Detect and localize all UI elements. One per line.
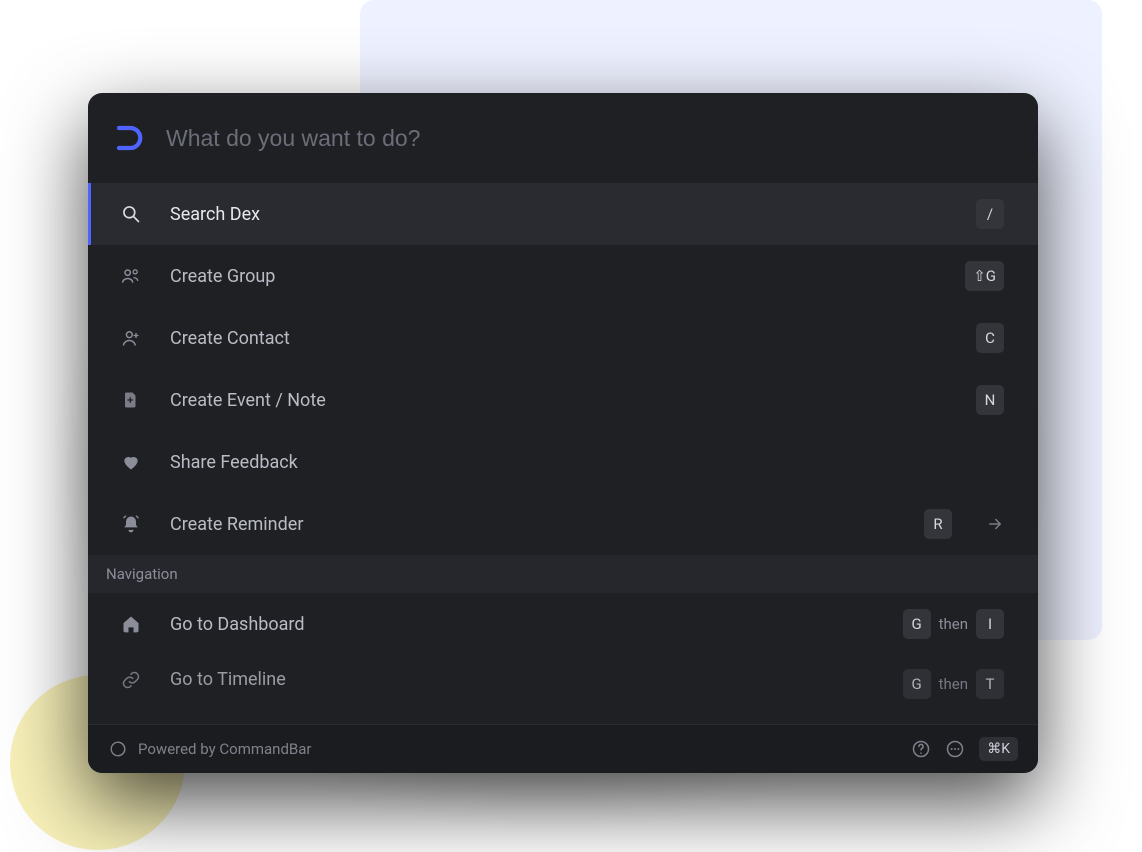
command-shortcut: R	[924, 509, 952, 539]
bell-icon	[120, 513, 142, 535]
kbd-key: G	[903, 609, 931, 639]
command-label: Create Reminder	[170, 514, 896, 535]
palette-header	[88, 93, 1038, 183]
kbd-key: /	[976, 199, 1004, 229]
search-input[interactable]	[166, 125, 1004, 152]
kbd-key: R	[924, 509, 952, 539]
command-palette: Search Dex / Create Group ⇧G Create Cont…	[88, 93, 1038, 773]
person-icon	[120, 327, 142, 349]
group-icon	[120, 265, 142, 287]
command-create-contact[interactable]: Create Contact C	[88, 307, 1038, 369]
help-icon[interactable]	[911, 739, 931, 759]
nav-go-to-timeline[interactable]: Go to Timeline G then T	[88, 655, 1038, 701]
command-list: Search Dex / Create Group ⇧G Create Cont…	[88, 183, 1038, 724]
section-navigation: Navigation	[88, 555, 1038, 593]
section-label: Navigation	[106, 565, 178, 583]
kbd-key: ⇧G	[965, 261, 1004, 291]
commandbar-logo-icon	[108, 739, 128, 759]
nav-shortcut: G then T	[903, 669, 1004, 699]
home-icon	[120, 613, 142, 635]
palette-footer: Powered by CommandBar ⌘K	[88, 724, 1038, 773]
command-shortcut: N	[976, 385, 1004, 415]
chat-icon[interactable]	[945, 739, 965, 759]
command-shortcut: ⇧G	[965, 261, 1004, 291]
kbd-key: T	[976, 669, 1004, 699]
command-search-dex[interactable]: Search Dex /	[88, 183, 1038, 245]
kbd-then: then	[939, 675, 968, 693]
nav-label: Go to Timeline	[170, 669, 875, 690]
search-icon	[120, 203, 142, 225]
app-logo-icon	[114, 123, 144, 153]
command-label: Search Dex	[170, 204, 948, 225]
command-share-feedback[interactable]: Share Feedback	[88, 431, 1038, 493]
command-shortcut: C	[976, 323, 1004, 353]
kbd-then: then	[939, 615, 968, 633]
kbd-key: C	[976, 323, 1004, 353]
command-label: Create Contact	[170, 328, 948, 349]
command-shortcut: /	[976, 199, 1004, 229]
command-label: Create Event / Note	[170, 390, 948, 411]
file-icon	[120, 389, 142, 411]
nav-shortcut: G then I	[903, 609, 1004, 639]
heart-icon	[120, 451, 142, 473]
command-label: Create Group	[170, 266, 937, 287]
powered-by-label: Powered by CommandBar	[138, 740, 312, 758]
footer-right: ⌘K	[911, 737, 1018, 761]
command-create-reminder[interactable]: Create Reminder R	[88, 493, 1038, 555]
command-create-group[interactable]: Create Group ⇧G	[88, 245, 1038, 307]
command-label: Share Feedback	[170, 452, 1004, 473]
link-icon	[120, 669, 142, 691]
command-create-event-note[interactable]: Create Event / Note N	[88, 369, 1038, 431]
nav-go-to-dashboard[interactable]: Go to Dashboard G then I	[88, 593, 1038, 655]
kbd-key: N	[976, 385, 1004, 415]
arrow-right-icon	[986, 515, 1004, 533]
kbd-key: G	[903, 669, 931, 699]
footer-left: Powered by CommandBar	[108, 739, 901, 759]
nav-label: Go to Dashboard	[170, 614, 875, 635]
footer-shortcut: ⌘K	[979, 737, 1018, 761]
kbd-key: I	[976, 609, 1004, 639]
